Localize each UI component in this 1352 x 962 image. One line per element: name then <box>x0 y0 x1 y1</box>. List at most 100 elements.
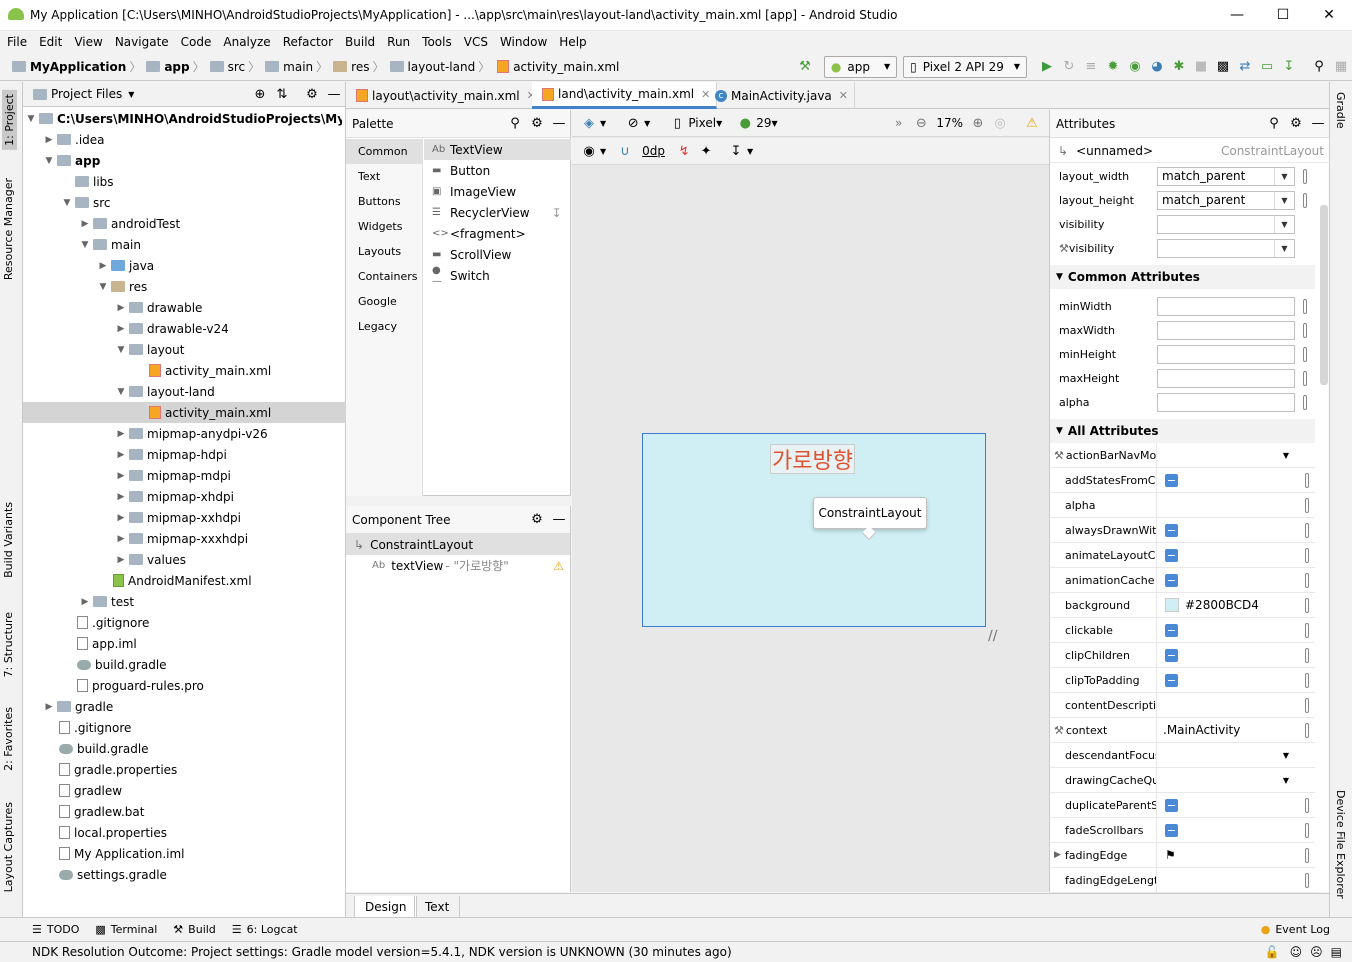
pin-icon[interactable] <box>1305 622 1309 638</box>
all-attr-row[interactable]: alwaysDrawnWithC <box>1050 517 1315 543</box>
menu-refactor[interactable]: Refactor <box>276 35 338 49</box>
locate-icon[interactable]: ⊕ <box>249 83 271 105</box>
infer-constraints-icon[interactable]: ✦ <box>695 140 717 162</box>
settings-icon[interactable]: ▦ <box>1330 56 1352 78</box>
search-icon[interactable]: ⚲ <box>1263 113 1285 135</box>
alpha-field[interactable] <box>1157 392 1295 412</box>
hide-icon[interactable]: — <box>1307 113 1329 135</box>
tree-item-selected[interactable]: activity_main.xml <box>23 402 346 423</box>
lock-icon[interactable]: 🔓 <box>1265 945 1280 959</box>
tab-resource-manager[interactable]: Resource Manager <box>2 178 15 280</box>
all-attr-row[interactable]: contentDescriptio <box>1050 692 1315 718</box>
palette-item-textview[interactable]: Ab TextView <box>424 139 571 160</box>
chevron-down-icon[interactable]: ▼ <box>1283 751 1289 760</box>
common-attributes-header[interactable]: ▼ Common Attributes <box>1050 265 1315 289</box>
default-margin-select[interactable]: 0dp <box>642 144 665 158</box>
tree-item[interactable]: app.iml <box>61 633 137 654</box>
tab-device-file-explorer[interactable]: Device File Explorer <box>1334 790 1347 899</box>
tree-item[interactable]: ▶ test <box>79 591 135 612</box>
layout-canvas[interactable]: 가로방향 <box>642 433 986 627</box>
palette-category-layouts[interactable]: Layouts <box>346 239 422 264</box>
minimize-button[interactable]: — <box>1214 0 1260 31</box>
palette-category-widgets[interactable]: Widgets <box>346 214 422 239</box>
sync-gradle-icon[interactable]: ⇄ <box>1234 56 1256 78</box>
all-attr-row[interactable]: clickable <box>1050 617 1315 643</box>
max-width-field[interactable] <box>1157 320 1295 340</box>
canvas-textview[interactable]: 가로방향 <box>770 444 855 474</box>
tree-item[interactable]: ▼ src <box>61 192 111 213</box>
checkbox-indeterminate[interactable] <box>1165 473 1178 487</box>
palette-item-scrollview[interactable]: ▬ ScrollView <box>424 244 571 265</box>
tree-item[interactable]: ▶ mipmap-hdpi <box>115 444 227 465</box>
checkbox-indeterminate[interactable] <box>1165 823 1178 837</box>
apply-code-changes-icon[interactable]: ≡ <box>1080 56 1102 78</box>
checkbox-indeterminate[interactable] <box>1165 798 1178 812</box>
pin-icon[interactable] <box>1303 394 1307 410</box>
device-select[interactable]: ▯ Pixel 2 API 29 ▼ <box>903 55 1027 78</box>
tab-text[interactable]: Text <box>414 896 461 918</box>
menu-run[interactable]: Run <box>380 35 415 49</box>
tree-item[interactable]: ▶ .idea <box>43 129 105 150</box>
tab-structure[interactable]: 7: Structure <box>2 612 15 677</box>
guidelines-icon[interactable]: ↧ <box>725 140 747 162</box>
search-icon[interactable]: ⚲ <box>504 113 526 135</box>
tree-item[interactable]: build.gradle <box>43 738 149 759</box>
pin-icon[interactable] <box>1305 547 1309 563</box>
tab-build-variants[interactable]: Build Variants <box>2 502 15 578</box>
checkbox-indeterminate[interactable] <box>1165 623 1178 637</box>
expand-icon[interactable]: » <box>895 116 902 130</box>
close-icon[interactable]: ✕ <box>839 89 848 102</box>
attach-debugger-icon[interactable]: ✱ <box>1168 56 1190 78</box>
max-height-field[interactable] <box>1157 368 1295 388</box>
tree-item[interactable]: gradlew <box>43 780 122 801</box>
sdk-manager-icon[interactable]: ↧ <box>1278 56 1300 78</box>
tree-item[interactable]: proguard-rules.pro <box>61 675 204 696</box>
zoom-in-icon[interactable]: ⊕ <box>967 112 989 134</box>
pin-icon[interactable] <box>1305 472 1309 488</box>
pin-icon[interactable] <box>1305 722 1309 738</box>
event-log-button[interactable]: ● Event Log <box>1253 923 1338 936</box>
all-attr-row[interactable]: ▶ fadingEdge ⚑ <box>1050 842 1315 868</box>
checkbox-indeterminate[interactable] <box>1165 523 1178 537</box>
palette-category-google[interactable]: Google <box>346 289 422 314</box>
pin-icon[interactable] <box>1303 298 1307 314</box>
palette-item-recyclerview[interactable]: ☰ RecyclerView ↧ <box>424 202 571 223</box>
todo-tool-button[interactable]: ☰ TODO <box>24 923 87 936</box>
color-swatch[interactable] <box>1165 598 1179 612</box>
menu-tools[interactable]: Tools <box>415 35 457 49</box>
all-attr-row[interactable]: addStatesFromCh <box>1050 467 1315 493</box>
resize-handle-icon[interactable]: ∕∕ <box>988 628 1008 648</box>
tab-project[interactable]: 1: Project <box>2 90 17 150</box>
menu-vcs[interactable]: VCS <box>457 35 493 49</box>
visibility-select[interactable]: ▼ <box>1157 214 1295 234</box>
checkbox-indeterminate[interactable] <box>1165 548 1178 562</box>
chevron-down-icon[interactable]: ▼ <box>128 90 134 99</box>
tree-item[interactable]: settings.gradle <box>43 864 167 885</box>
logcat-tool-button[interactable]: ☰ 6: Logcat <box>224 923 306 936</box>
breadcrumb-app[interactable]: app <box>164 60 189 74</box>
apply-changes-icon[interactable]: ↻ <box>1058 56 1080 78</box>
all-attr-row[interactable]: clipChildren <box>1050 642 1315 668</box>
pin-icon[interactable] <box>1305 647 1309 663</box>
pin-icon[interactable] <box>1303 192 1307 208</box>
checkbox-indeterminate[interactable] <box>1165 673 1178 687</box>
all-attr-row[interactable]: ⚒ actionBarNavMod ▼ <box>1050 442 1315 468</box>
palette-item-switch[interactable]: ●— Switch <box>424 265 571 287</box>
avd-manager-icon[interactable]: ▭ <box>1256 56 1278 78</box>
tree-item[interactable]: ▼ layout-land <box>115 381 215 402</box>
chevron-down-icon[interactable]: ▼ <box>1283 451 1289 460</box>
hide-icon[interactable]: — <box>323 83 345 105</box>
all-attr-row[interactable]: fadingEdgeLength <box>1050 867 1315 893</box>
palette-item-fragment[interactable]: <> <fragment> <box>424 223 571 244</box>
breadcrumb-project[interactable]: MyApplication <box>30 60 126 74</box>
magnet-icon[interactable]: ∪ <box>614 140 636 162</box>
tree-item[interactable]: ▶ drawable-v24 <box>115 318 229 339</box>
tree-item[interactable]: ▶ drawable <box>115 297 203 318</box>
pin-icon[interactable] <box>1305 697 1309 713</box>
tree-item[interactable]: ▼ res <box>97 276 148 297</box>
pin-icon[interactable] <box>1303 346 1307 362</box>
all-attr-row[interactable]: duplicateParentSt <box>1050 792 1315 818</box>
pin-icon[interactable] <box>1305 822 1309 838</box>
hammer-icon[interactable]: ⚒ <box>794 56 816 78</box>
tab-design[interactable]: Design <box>354 896 418 918</box>
